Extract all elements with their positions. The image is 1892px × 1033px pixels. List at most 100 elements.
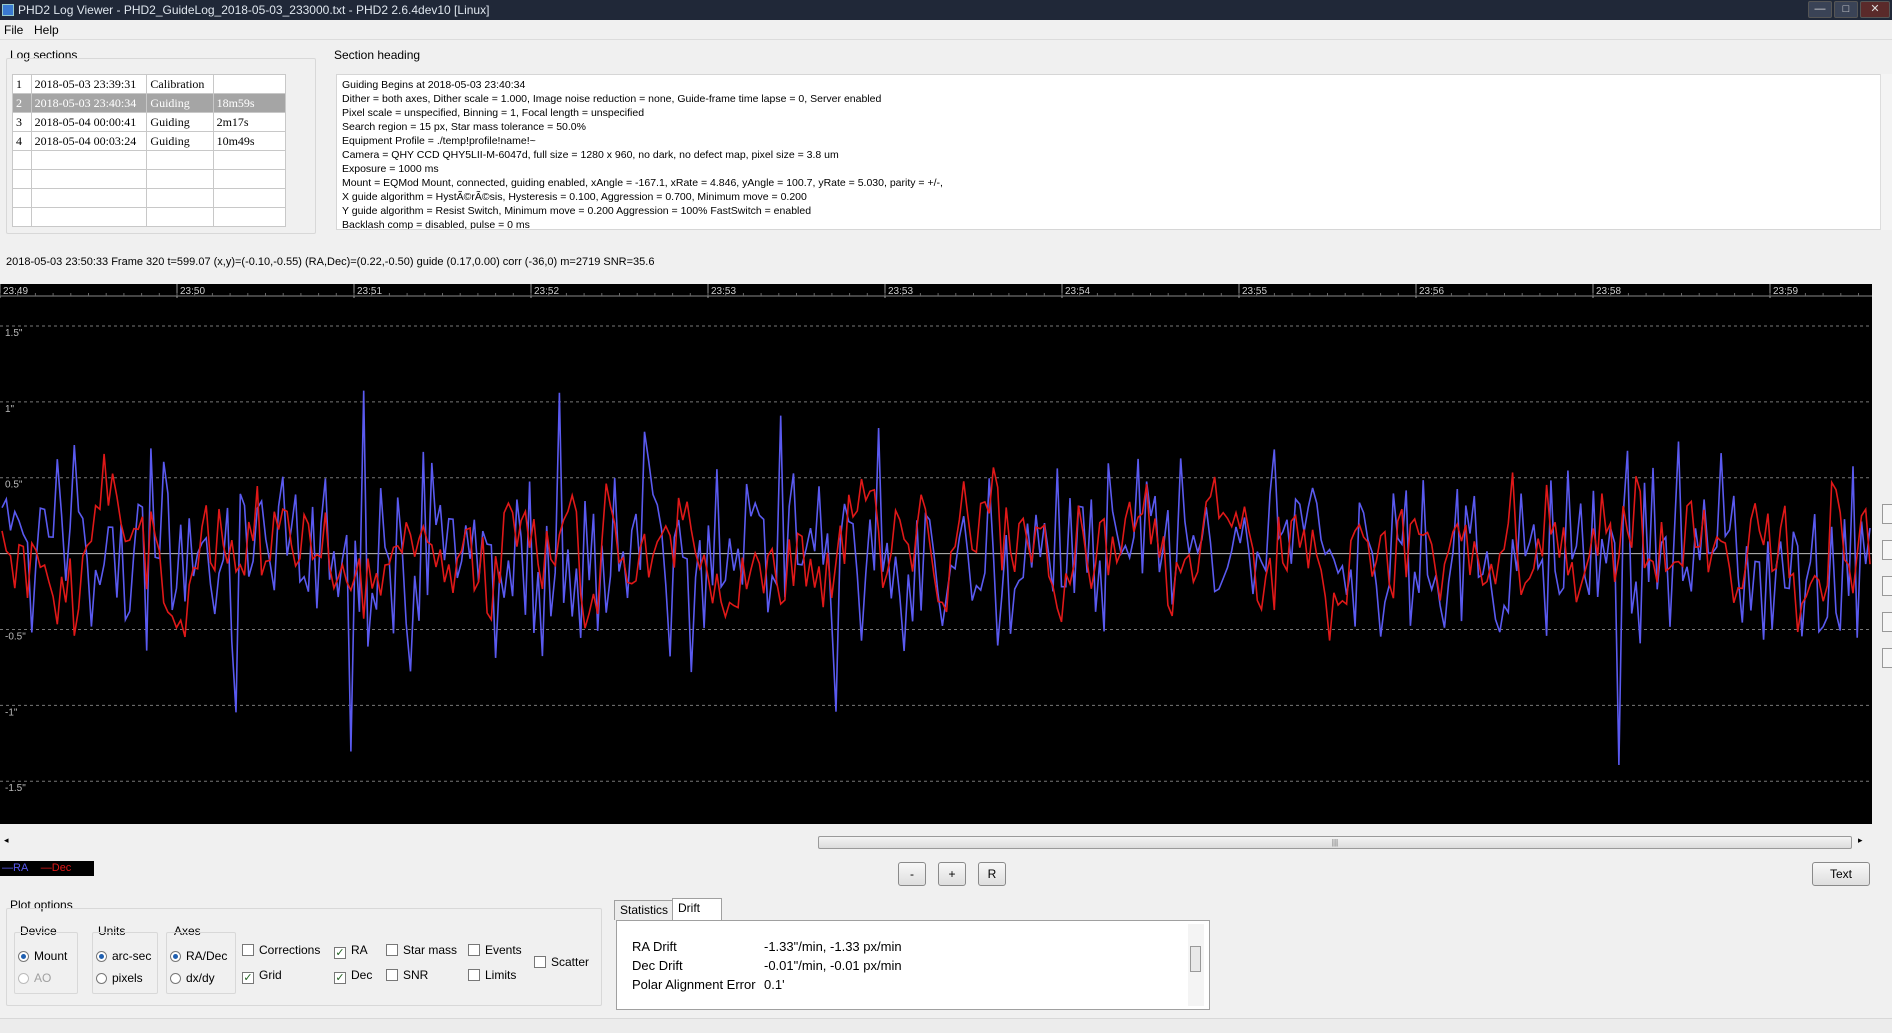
ra-label: RA (351, 943, 368, 957)
corrections-checkbox[interactable]: Corrections (242, 943, 320, 957)
ra-legend-label: RA (13, 862, 28, 874)
side-button-4[interactable] (1882, 612, 1892, 632)
log-section-empty-row (12, 169, 287, 189)
log-section-row[interactable]: 2 2018-05-03 23:40:34 Guiding 18m59s (12, 93, 287, 113)
snr-label: SNR (403, 968, 429, 982)
log-section-cell-num: 3 (12, 112, 32, 132)
zoom-in-button[interactable]: + (938, 862, 966, 886)
section-heading-text: Guiding Begins at 2018-05-03 23:40:34 Dit… (336, 74, 1882, 230)
x-tick-label: 23:53 (888, 286, 913, 297)
guide-graph[interactable]: 23:49 23:50 23:51 23:52 23:53 23:53 23:54 23:55… (0, 284, 1872, 824)
heading-line: Y guide algorithm = Resist Switch, Minim… (342, 205, 812, 217)
log-section-cell-num (12, 169, 32, 189)
log-section-cell-time (30, 188, 148, 208)
log-section-cell-dur (212, 150, 287, 170)
menu-help[interactable]: Help (34, 23, 59, 37)
menu-file[interactable]: File (4, 23, 23, 37)
scatter-label: Scatter (551, 955, 590, 969)
checkbox-box (534, 956, 546, 968)
heading-line: X guide algorithm = HystÃ©rÃ©sis, Hyster… (342, 191, 807, 203)
scatter-checkbox[interactable]: Scatter (534, 955, 589, 969)
y-tick-label: -0.5" (5, 631, 26, 642)
star-mass-label: Star mass (403, 943, 458, 957)
check-icon: ✓ (242, 972, 254, 984)
maximize-button[interactable]: □ (1834, 1, 1858, 18)
scroll-right-arrow-icon[interactable]: ▸ (1858, 835, 1863, 846)
checkbox-box (386, 969, 398, 981)
units-arcsec-radio[interactable]: arc-sec (96, 949, 151, 963)
log-section-cell-type (146, 207, 214, 227)
log-section-cell-type: Guiding (146, 93, 214, 113)
drift-row-polar: Polar Alignment Error 0.1' (632, 975, 902, 994)
log-section-row[interactable]: 4 2018-05-04 00:03:24 Guiding 10m49s (12, 131, 287, 151)
heading-line: Guiding Begins at 2018-05-03 23:40:34 (342, 79, 526, 91)
heading-line: Equipment Profile = ./temp!profile!name!… (342, 135, 536, 147)
dec-legend-label: Dec (51, 862, 72, 874)
text-button[interactable]: Text (1812, 862, 1870, 886)
log-section-cell-dur: 2m17s (212, 112, 287, 132)
units-pixels-radio[interactable]: pixels (96, 971, 143, 985)
scrollbar-thumb[interactable]: ||| (818, 836, 1852, 849)
log-section-cell-dur: 18m59s (212, 93, 287, 113)
events-checkbox[interactable]: Events (468, 943, 522, 957)
limits-checkbox[interactable]: Limits (468, 968, 516, 982)
log-section-cell-time (30, 150, 148, 170)
close-button[interactable]: ✕ (1860, 1, 1890, 18)
window-title: PHD2 Log Viewer - PHD2_GuideLog_2018-05-… (18, 3, 490, 17)
frame-status-line: 2018-05-03 23:50:33 Frame 320 t=599.07 (… (6, 256, 655, 268)
axes-dxdy-radio[interactable]: dx/dy (170, 971, 215, 985)
radio-indicator (18, 973, 29, 984)
device-ao-radio: AO (18, 971, 51, 985)
side-button-3[interactable] (1882, 576, 1892, 596)
units-arcsec-label: arc-sec (112, 949, 152, 963)
events-label: Events (485, 943, 522, 957)
heading-line: Mount = EQMod Mount, connected, guiding … (342, 177, 943, 189)
log-section-row[interactable]: 1 2018-05-03 23:39:31 Calibration (12, 74, 287, 94)
side-button-2[interactable] (1882, 540, 1892, 560)
device-mount-radio[interactable]: Mount (18, 949, 67, 963)
log-section-row[interactable]: 3 2018-05-04 00:00:41 Guiding 2m17s (12, 112, 287, 132)
checkbox-box (386, 944, 398, 956)
x-tick-label: 23:51 (357, 286, 382, 297)
log-section-cell-type: Guiding (146, 112, 214, 132)
log-section-cell-dur (212, 207, 287, 227)
drift-scrollbar[interactable] (1188, 924, 1204, 1006)
dec-checkbox[interactable]: ✓ Dec (334, 968, 372, 984)
x-tick-label: 23:55 (1242, 286, 1267, 297)
scroll-left-arrow-icon[interactable]: ◂ (4, 835, 9, 846)
grid-label: Grid (259, 968, 282, 982)
y-tick-label: 0.5" (5, 480, 23, 491)
snr-checkbox[interactable]: SNR (386, 968, 428, 982)
x-tick-label: 23:58 (1596, 286, 1621, 297)
tab-drift[interactable]: Drift (672, 898, 722, 920)
log-section-cell-num: 1 (12, 74, 32, 94)
log-section-cell-type (146, 169, 214, 189)
y-tick-label: -1" (5, 707, 18, 718)
limits-label: Limits (485, 968, 517, 982)
heading-line: Camera = QHY CCD QHY5LII-M-6047d, full s… (342, 149, 839, 161)
tab-statistics[interactable]: Statistics (614, 900, 675, 920)
ra-checkbox[interactable]: ✓ RA (334, 943, 368, 959)
zoom-out-button[interactable]: - (898, 862, 926, 886)
drift-value: 0.1' (764, 977, 785, 992)
drift-value: -1.33"/min, -1.33 px/min (764, 939, 902, 954)
axes-radec-label: RA/Dec (186, 949, 228, 963)
axes-radec-radio[interactable]: RA/Dec (170, 949, 227, 963)
side-button-5[interactable] (1882, 648, 1892, 668)
x-tick-label: 23:54 (1065, 286, 1090, 297)
grid-checkbox[interactable]: ✓ Grid (242, 968, 282, 984)
minimize-button[interactable]: — (1808, 1, 1832, 18)
drift-scroll-thumb[interactable] (1190, 946, 1201, 972)
dec-label: Dec (351, 968, 373, 982)
star-mass-checkbox[interactable]: Star mass (386, 943, 457, 957)
title-bar: PHD2 Log Viewer - PHD2_GuideLog_2018-05-… (0, 0, 1892, 20)
log-section-cell-time (30, 207, 148, 227)
log-section-cell-type (146, 150, 214, 170)
check-icon: ✓ (334, 972, 346, 984)
section-heading-scrollbar[interactable] (1880, 74, 1892, 230)
side-button-1[interactable] (1882, 504, 1892, 524)
reset-zoom-button[interactable]: R (978, 862, 1006, 886)
checkbox-box (242, 944, 254, 956)
x-tick-label: 23:56 (1419, 286, 1444, 297)
log-section-cell-dur (212, 74, 287, 94)
